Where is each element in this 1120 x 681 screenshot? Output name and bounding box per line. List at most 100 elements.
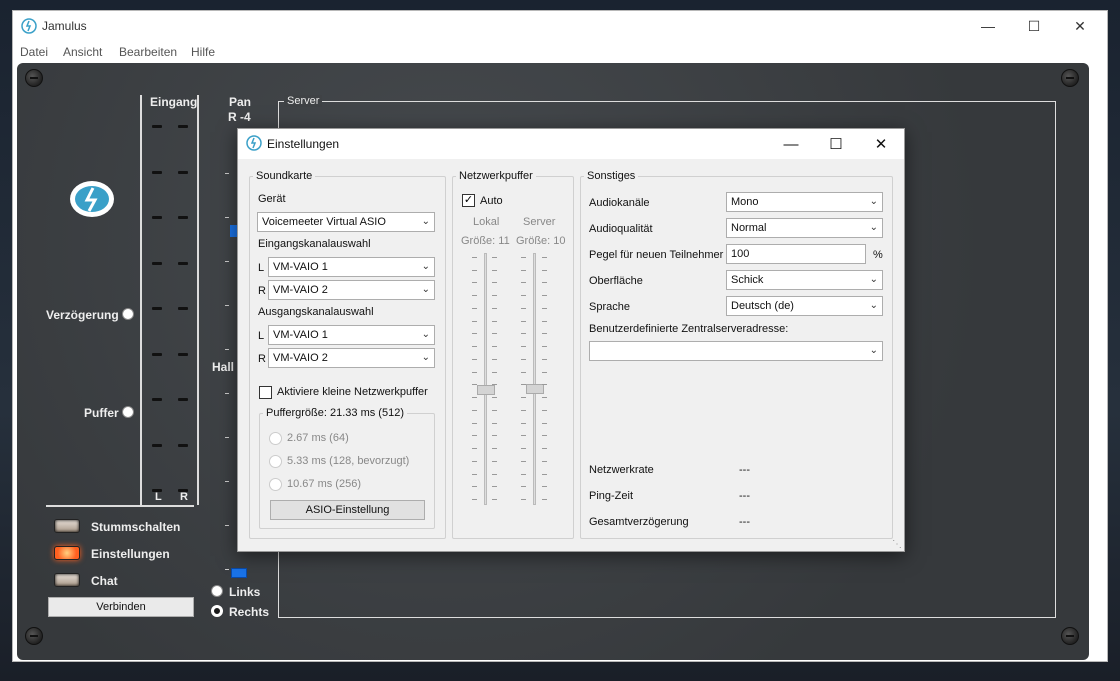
jitter-tick [542,320,547,322]
mute-led-icon[interactable] [54,519,80,533]
reverb-left-radio[interactable] [211,585,223,597]
jitter-tick [521,422,526,424]
ping-value: --- [739,490,750,502]
meter-segment [152,216,162,219]
buffer-label: Puffer [84,406,119,420]
resize-grip-icon[interactable]: ⋱ [892,539,902,550]
small-buffers-checkbox[interactable] [259,386,272,399]
jitter-local-size: Größe: 11 [461,235,510,247]
jitter-tick [492,282,497,284]
asio-settings-button[interactable]: ASIO-Einstellung [270,500,425,520]
device-label: Gerät [258,193,286,205]
language-select[interactable]: Deutsch (de) ⌄ [726,296,883,316]
jamulus-logo-icon [21,18,37,34]
custom-server-select[interactable]: ⌄ [589,341,883,361]
output-r-select[interactable]: VM-VAIO 2 ⌄ [268,348,435,368]
chevron-down-icon: ⌄ [421,329,430,340]
jitter-tick [472,320,477,322]
buffer-option-256-radio[interactable] [269,478,282,491]
meter-segment [152,170,162,174]
jitter-tick [472,409,477,411]
jitter-tick [521,384,526,386]
audio-quality-select[interactable]: Normal ⌄ [726,218,883,238]
jitter-server-size: Größe: 10 [516,235,566,247]
pan-scale-tick [225,173,229,174]
skin-select[interactable]: Schick ⌄ [726,270,883,290]
jitter-tick [492,448,497,450]
jitter-tick [521,499,526,500]
menu-file[interactable]: Datei [20,45,48,59]
chat-led-icon[interactable] [54,573,80,587]
jitter-tick [472,435,477,437]
local-jitter-slider[interactable] [477,385,495,396]
menu-view[interactable]: Ansicht [63,45,102,59]
close-icon[interactable]: ✕ [858,129,904,159]
settings-dialog: Einstellungen — ☐ ✕ Soundkarte Gerät Voi… [237,128,905,552]
close-icon[interactable]: ✕ [1057,11,1103,41]
jitter-tick [492,473,497,475]
reverb-label: Hall [212,360,235,374]
audio-channels-select[interactable]: Mono ⌄ [726,192,883,212]
new-client-level-input[interactable]: 100 [726,244,866,264]
chat-button[interactable]: Chat [91,574,118,588]
buffer-option-64-radio[interactable] [269,432,282,445]
minimize-icon[interactable]: — [768,129,814,159]
maximize-icon[interactable]: ☐ [813,129,859,159]
minimize-icon[interactable]: — [965,11,1011,41]
jitter-tick [472,384,477,386]
server-jitter-slider[interactable] [526,384,544,394]
chevron-down-icon: ⌄ [869,196,878,207]
meter-segment [178,352,188,356]
new-client-level-label: Pegel für neuen Teilnehmer [589,249,724,261]
pan-scale-tick [225,393,229,394]
jitter-tick [521,282,526,284]
jitter-tick [521,320,526,322]
device-select[interactable]: Voicemeeter Virtual ASIO ⌄ [257,212,435,232]
title-bar[interactable]: Jamulus — ☐ ✕ [13,11,1107,41]
jitter-tick [472,397,477,399]
meter-border-right [197,95,199,505]
maximize-icon[interactable]: ☐ [1011,11,1057,41]
menu-edit[interactable]: Bearbeiten [119,45,177,59]
mute-button[interactable]: Stummschalten [91,520,180,534]
jitter-tick [492,435,497,437]
jitter-tick [472,346,477,348]
buffer-option-128-radio[interactable] [269,455,282,468]
ping-label: Ping-Zeit [589,490,634,502]
jitter-tick [472,295,477,297]
dialog-title-bar[interactable]: Einstellungen — ☐ ✕ [238,129,904,159]
total-delay-label: Gesamtverzögerung [589,516,689,528]
jitter-tick [542,422,547,424]
jitter-tick [521,269,526,271]
skin-value: Schick [731,274,764,286]
jitter-tick [542,384,547,386]
jitter-tick [492,384,497,386]
chevron-down-icon: ⌄ [869,222,878,233]
menu-help[interactable]: Hilfe [191,45,215,59]
jitter-tick [521,333,526,335]
connect-button[interactable]: Verbinden [48,597,194,617]
pan-scale-tick [225,437,229,438]
pan-scale-tick [225,261,229,262]
jitter-tick [492,460,497,462]
reverb-right-radio[interactable] [211,605,223,617]
output-l-select[interactable]: VM-VAIO 1 ⌄ [268,325,435,345]
pan-label: Pan [229,95,252,109]
input-l-select[interactable]: VM-VAIO 1 ⌄ [268,257,435,277]
jitter-tick [472,282,477,284]
jitter-tick [492,307,497,309]
jitter-auto-checkbox[interactable]: ✓ [462,194,475,207]
meter-segment [178,307,188,310]
jitter-tick [492,486,497,488]
reverb-slider-handle[interactable] [231,568,247,578]
settings-button[interactable]: Einstellungen [91,547,170,561]
jitter-tick [472,473,477,475]
jitter-tick [542,460,547,462]
settings-led-icon[interactable] [54,546,80,560]
input-l-value: VM-VAIO 1 [273,261,328,273]
meter-segment [152,261,162,265]
input-r-select[interactable]: VM-VAIO 2 ⌄ [268,280,435,300]
meter-border-left [140,95,142,505]
jitter-tick [542,473,547,475]
jitter-tick [542,448,547,450]
